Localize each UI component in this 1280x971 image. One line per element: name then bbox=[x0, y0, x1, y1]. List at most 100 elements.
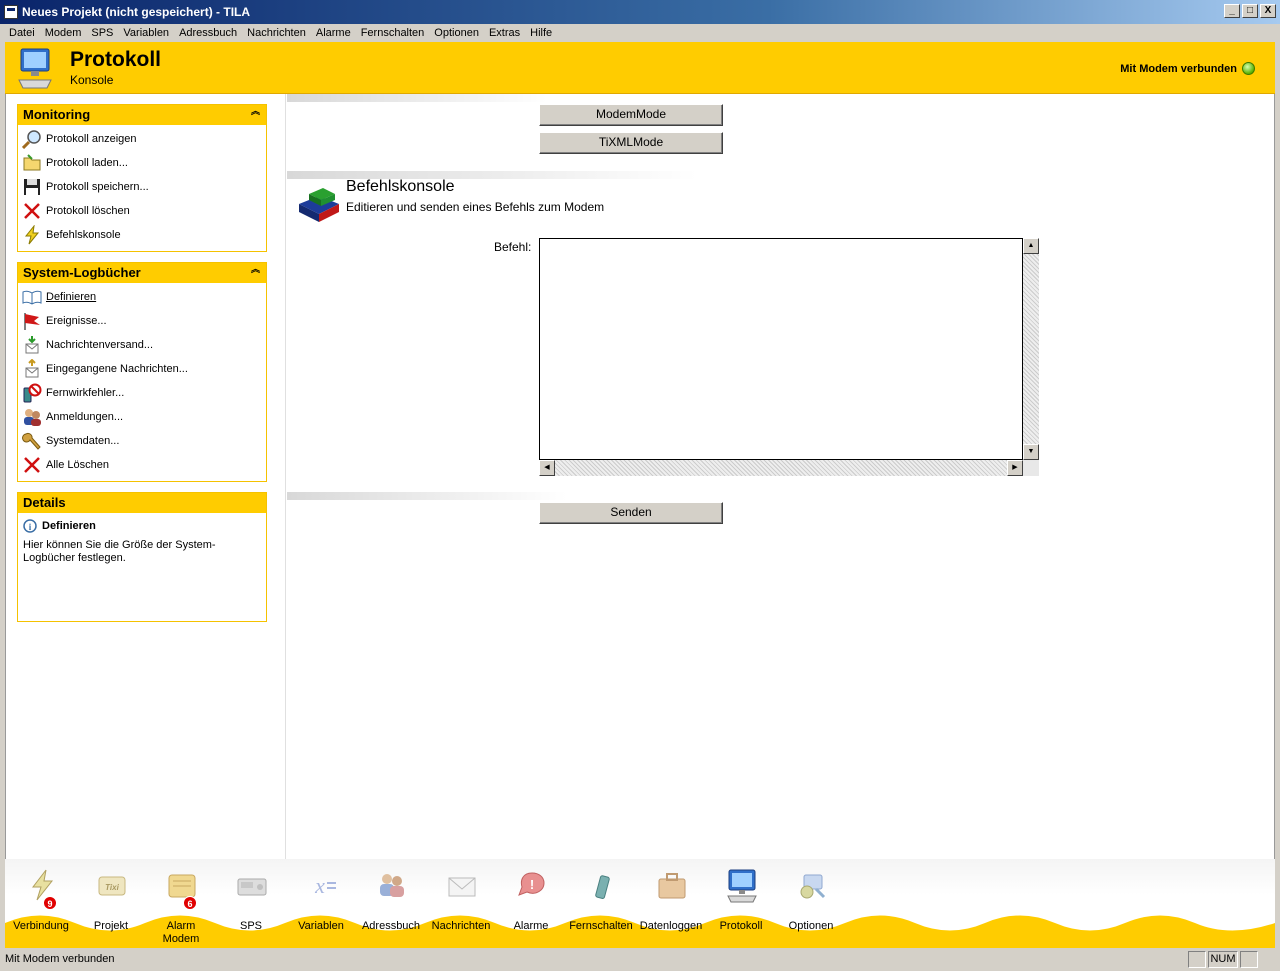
task-protokoll-laden[interactable]: Protokoll laden... bbox=[18, 151, 266, 175]
nav-alarm-modem[interactable]: 6 Alarm Modem bbox=[145, 859, 217, 948]
mail-send-icon bbox=[21, 335, 43, 355]
task-label: Anmeldungen... bbox=[46, 411, 124, 423]
task-fernwirkfehler[interactable]: Fernwirkfehler... bbox=[18, 381, 266, 405]
task-systemdaten[interactable]: Systemdaten... bbox=[18, 429, 266, 453]
folder-open-icon bbox=[21, 153, 43, 173]
menu-optionen[interactable]: Optionen bbox=[429, 27, 484, 39]
nav-label: Verbindung bbox=[13, 920, 69, 932]
svg-text:Tixi: Tixi bbox=[105, 883, 119, 892]
task-label: Nachrichtenversand... bbox=[46, 339, 153, 351]
monitoring-panel: Monitoring ︽ Protokoll anzeigen Protokol… bbox=[17, 104, 267, 252]
delete-x-icon bbox=[21, 455, 43, 475]
page-subtitle: Konsole bbox=[70, 73, 114, 87]
task-label: Befehlskonsole bbox=[46, 229, 121, 241]
task-protokoll-loeschen[interactable]: Protokoll löschen bbox=[18, 199, 266, 223]
horizontal-scrollbar[interactable]: ◀ ▶ bbox=[539, 460, 1023, 476]
address-book-icon bbox=[380, 874, 404, 897]
menu-variablen[interactable]: Variablen bbox=[118, 27, 174, 39]
task-label: Systemdaten... bbox=[46, 435, 120, 447]
collapse-chevron-icon[interactable]: ︽ bbox=[251, 107, 260, 116]
app-icon bbox=[4, 5, 18, 19]
connection-status-label: Mit Modem verbunden bbox=[1120, 62, 1237, 75]
menu-modem[interactable]: Modem bbox=[40, 27, 87, 39]
briefcase-icon bbox=[658, 873, 686, 899]
nav-variablen[interactable]: x Variablen bbox=[285, 859, 357, 948]
options-icon bbox=[800, 874, 826, 899]
close-button[interactable]: X bbox=[1260, 4, 1276, 18]
nav-fernschalten[interactable]: Fernschalten bbox=[565, 859, 637, 948]
nav-alarme[interactable]: ! Alarme bbox=[495, 859, 567, 948]
logbooks-panel: System-Logbücher ︽ Definieren Ereignisse… bbox=[17, 262, 267, 482]
envelope-icon bbox=[448, 877, 476, 897]
menu-bar: Datei Modem SPS Variablen Adressbuch Nac… bbox=[0, 24, 1280, 42]
logbooks-panel-title: System-Logbücher bbox=[23, 265, 141, 280]
task-definieren[interactable]: Definieren bbox=[18, 285, 266, 309]
nav-optionen[interactable]: Optionen bbox=[775, 859, 847, 948]
divider bbox=[287, 492, 567, 500]
nav-projekt[interactable]: Tixi Projekt bbox=[75, 859, 147, 948]
delete-x-icon bbox=[21, 201, 43, 221]
menu-sps[interactable]: SPS bbox=[86, 27, 118, 39]
modem-mode-button[interactable]: ModemMode bbox=[539, 104, 723, 126]
status-cell bbox=[1240, 951, 1258, 968]
notification-badge: 9 bbox=[43, 896, 57, 910]
task-ereignisse[interactable]: Ereignisse... bbox=[18, 309, 266, 333]
task-protokoll-anzeigen[interactable]: Protokoll anzeigen bbox=[18, 127, 266, 151]
nav-label: SPS bbox=[239, 920, 262, 932]
scroll-down-icon[interactable]: ▼ bbox=[1023, 444, 1039, 460]
nav-label: Optionen bbox=[788, 920, 834, 932]
logbooks-panel-header[interactable]: System-Logbücher ︽ bbox=[18, 263, 266, 283]
nav-adressbuch[interactable]: Adressbuch bbox=[355, 859, 427, 948]
variable-x-icon: x bbox=[314, 873, 336, 898]
monitoring-panel-header[interactable]: Monitoring ︽ bbox=[18, 105, 266, 125]
scroll-up-icon[interactable]: ▲ bbox=[1023, 238, 1039, 254]
remote-switch-icon bbox=[595, 875, 610, 899]
task-label: Ereignisse... bbox=[46, 315, 107, 327]
menu-adressbuch[interactable]: Adressbuch bbox=[174, 27, 242, 39]
task-eingegangene-nachrichten[interactable]: Eingegangene Nachrichten... bbox=[18, 357, 266, 381]
send-button[interactable]: Senden bbox=[539, 502, 723, 524]
minimize-button[interactable]: _ bbox=[1224, 4, 1240, 18]
wrench-icon bbox=[21, 431, 43, 451]
window-title-bar[interactable]: Neues Projekt (nicht gespeichert) - TILA… bbox=[0, 0, 1280, 24]
users-icon bbox=[21, 407, 43, 427]
nav-nachrichten[interactable]: Nachrichten bbox=[425, 859, 497, 948]
task-nachrichtenversand[interactable]: Nachrichtenversand... bbox=[18, 333, 266, 357]
nav-label: Projekt bbox=[93, 920, 129, 932]
task-befehlskonsole[interactable]: Befehlskonsole bbox=[18, 223, 266, 247]
task-anmeldungen[interactable]: Anmeldungen... bbox=[18, 405, 266, 429]
nav-sps[interactable]: SPS bbox=[215, 859, 287, 948]
scroll-left-icon[interactable]: ◀ bbox=[539, 460, 555, 476]
details-heading: Definieren bbox=[42, 520, 96, 532]
menu-fernschalten[interactable]: Fernschalten bbox=[356, 27, 430, 39]
vertical-scrollbar[interactable]: ▲ ▼ bbox=[1023, 238, 1039, 460]
menu-extras[interactable]: Extras bbox=[484, 27, 525, 39]
maximize-button[interactable]: □ bbox=[1242, 4, 1258, 18]
task-alle-loeschen[interactable]: Alle Löschen bbox=[18, 453, 266, 477]
content-area: ModemMode TiXMLMode Befehlskonsole Editi… bbox=[287, 94, 1275, 859]
page-header: Protokoll Konsole Mit Modem verbunden bbox=[5, 42, 1275, 94]
collapse-chevron-icon[interactable]: ︽ bbox=[251, 265, 260, 274]
status-text: Mit Modem verbunden bbox=[5, 953, 115, 965]
menu-alarme[interactable]: Alarme bbox=[311, 27, 356, 39]
nav-verbindung[interactable]: 9 Verbindung bbox=[5, 859, 77, 948]
task-protokoll-speichern[interactable]: Protokoll speichern... bbox=[18, 175, 266, 199]
task-label: Eingegangene Nachrichten... bbox=[46, 363, 188, 375]
tixi-device-icon: Tixi bbox=[98, 876, 126, 896]
main-area: Monitoring ︽ Protokoll anzeigen Protokol… bbox=[5, 94, 1275, 859]
connection-led-icon bbox=[1242, 62, 1255, 75]
notification-badge: 6 bbox=[183, 896, 197, 910]
nav-label: Variablen bbox=[298, 920, 344, 932]
command-editor: ▲ ▼ ◀ ▶ bbox=[539, 238, 1039, 476]
nav-datenloggen[interactable]: Datenloggen bbox=[635, 859, 707, 948]
monitor-keyboard-icon bbox=[727, 869, 757, 903]
command-label: Befehl: bbox=[494, 240, 532, 254]
menu-hilfe[interactable]: Hilfe bbox=[525, 27, 557, 39]
scroll-right-icon[interactable]: ▶ bbox=[1007, 460, 1023, 476]
menu-nachrichten[interactable]: Nachrichten bbox=[242, 27, 311, 39]
command-textarea[interactable] bbox=[539, 238, 1023, 460]
menu-datei[interactable]: Datei bbox=[4, 27, 40, 39]
task-label: Definieren bbox=[46, 291, 97, 303]
tixml-mode-button[interactable]: TiXMLMode bbox=[539, 132, 723, 154]
nav-protokoll[interactable]: Protokoll bbox=[705, 859, 777, 948]
